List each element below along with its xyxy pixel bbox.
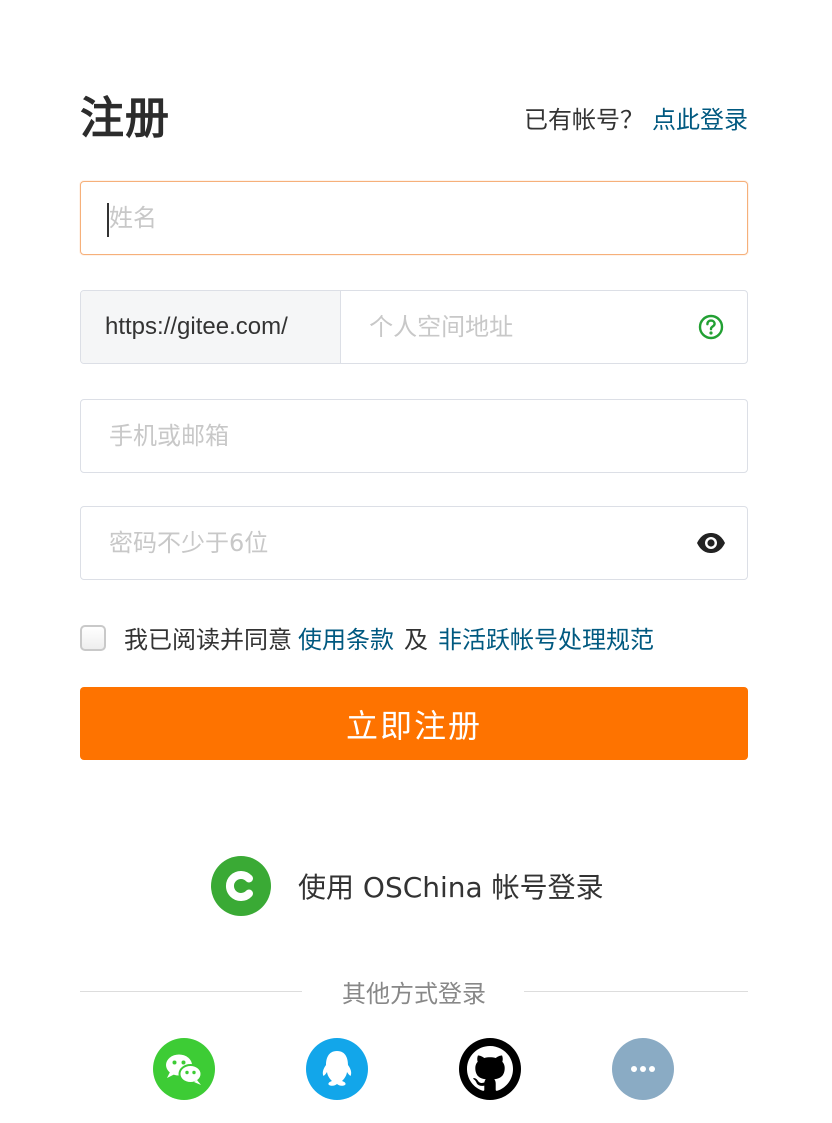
- agreement-and: 及: [404, 626, 428, 654]
- contact-input[interactable]: [81, 400, 747, 472]
- agreement-row: 我已阅读并同意 使用条款 及 非活跃帐号处理规范: [80, 620, 660, 655]
- password-input[interactable]: [81, 507, 695, 579]
- inactive-policy-link[interactable]: 非活跃帐号处理规范: [438, 620, 654, 655]
- terms-link[interactable]: 使用条款: [298, 620, 394, 655]
- wechat-icon[interactable]: [153, 1038, 215, 1100]
- have-account-text: 已有帐号？: [524, 106, 644, 134]
- social-login-row: [0, 1038, 832, 1102]
- register-button[interactable]: 立即注册: [80, 687, 748, 760]
- space-url-input[interactable]: [341, 291, 698, 363]
- register-page: 注册 已有帐号？ 点此登录 https://gitee.com/: [0, 0, 832, 1123]
- contact-field: [80, 399, 748, 473]
- name-input[interactable]: [81, 182, 747, 254]
- agree-checkbox[interactable]: [80, 624, 106, 651]
- other-login-divider: 其他方式登录: [80, 970, 748, 1010]
- page-title: 注册: [80, 93, 170, 144]
- qq-icon[interactable]: [306, 1038, 368, 1100]
- oschina-login-button[interactable]: 使用 OSChina 帐号登录: [210, 855, 604, 917]
- eye-icon[interactable]: [695, 527, 727, 559]
- help-icon[interactable]: [697, 312, 725, 342]
- more-icon[interactable]: [612, 1038, 674, 1100]
- text-caret: [107, 203, 109, 237]
- oschina-login-label: 使用 OSChina 帐号登录: [298, 871, 604, 904]
- oschina-icon: [211, 856, 271, 916]
- name-field[interactable]: [80, 181, 748, 255]
- login-link[interactable]: 点此登录: [652, 106, 748, 134]
- github-icon[interactable]: [459, 1038, 521, 1100]
- url-prefix: https://gitee.com/: [81, 291, 342, 363]
- divider-line-right: [524, 991, 748, 992]
- login-hint: 已有帐号？ 点此登录: [524, 100, 748, 135]
- agreement-prefix: 我已阅读并同意: [124, 626, 292, 654]
- space-url-field: https://gitee.com/: [80, 290, 748, 364]
- password-field: [80, 506, 748, 580]
